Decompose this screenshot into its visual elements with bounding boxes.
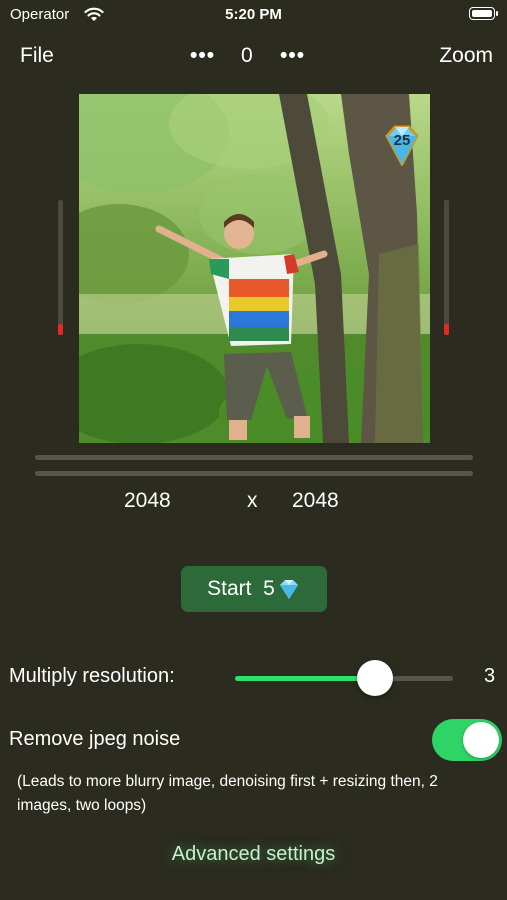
slider-fill <box>235 676 375 681</box>
image-counter: 0 <box>241 44 253 67</box>
multiply-resolution-value: 3 <box>484 665 496 687</box>
file-button[interactable]: File <box>20 44 54 68</box>
advanced-settings-button[interactable]: Advanced settings <box>0 843 507 866</box>
left-level-meter <box>58 200 63 335</box>
start-label: Start 5 <box>207 577 275 600</box>
toggle-knob <box>463 722 499 758</box>
clock: 5:20 PM <box>225 6 282 23</box>
remove-jpeg-noise-toggle[interactable] <box>432 719 502 761</box>
remove-jpeg-noise-label: Remove jpeg noise <box>9 728 181 750</box>
zoom-button[interactable]: Zoom <box>439 44 493 68</box>
dimension-separator: x <box>247 489 258 512</box>
left-level-fill <box>58 324 63 335</box>
height-value[interactable]: 2048 <box>292 489 339 513</box>
battery-icon <box>469 7 498 20</box>
right-level-meter <box>444 200 449 335</box>
width-value[interactable]: 2048 <box>124 489 171 513</box>
right-level-fill <box>444 324 449 335</box>
start-button[interactable]: Start 5 <box>181 566 327 612</box>
next-button[interactable]: ••• <box>280 44 305 68</box>
image-preview[interactable] <box>79 94 430 443</box>
advanced-settings-label: Advanced settings <box>171 843 336 865</box>
previous-button[interactable]: ••• <box>190 44 215 68</box>
status-bar: Operator 5:20 PM <box>0 0 507 32</box>
top-toolbar: File ••• 0 ••• Zoom <box>0 38 507 72</box>
progress-bar-1 <box>35 455 473 460</box>
gem-count: 25 <box>393 132 411 149</box>
progress-bar-2 <box>35 471 473 476</box>
multiply-resolution-label: Multiply resolution: <box>9 665 175 687</box>
slider-thumb[interactable] <box>356 660 393 696</box>
gem-icon <box>279 580 298 599</box>
multiply-resolution-slider[interactable] <box>235 660 453 696</box>
photo-illustration <box>79 94 430 443</box>
jpeg-noise-note: (Leads to more blurry image, denoising f… <box>17 773 438 814</box>
